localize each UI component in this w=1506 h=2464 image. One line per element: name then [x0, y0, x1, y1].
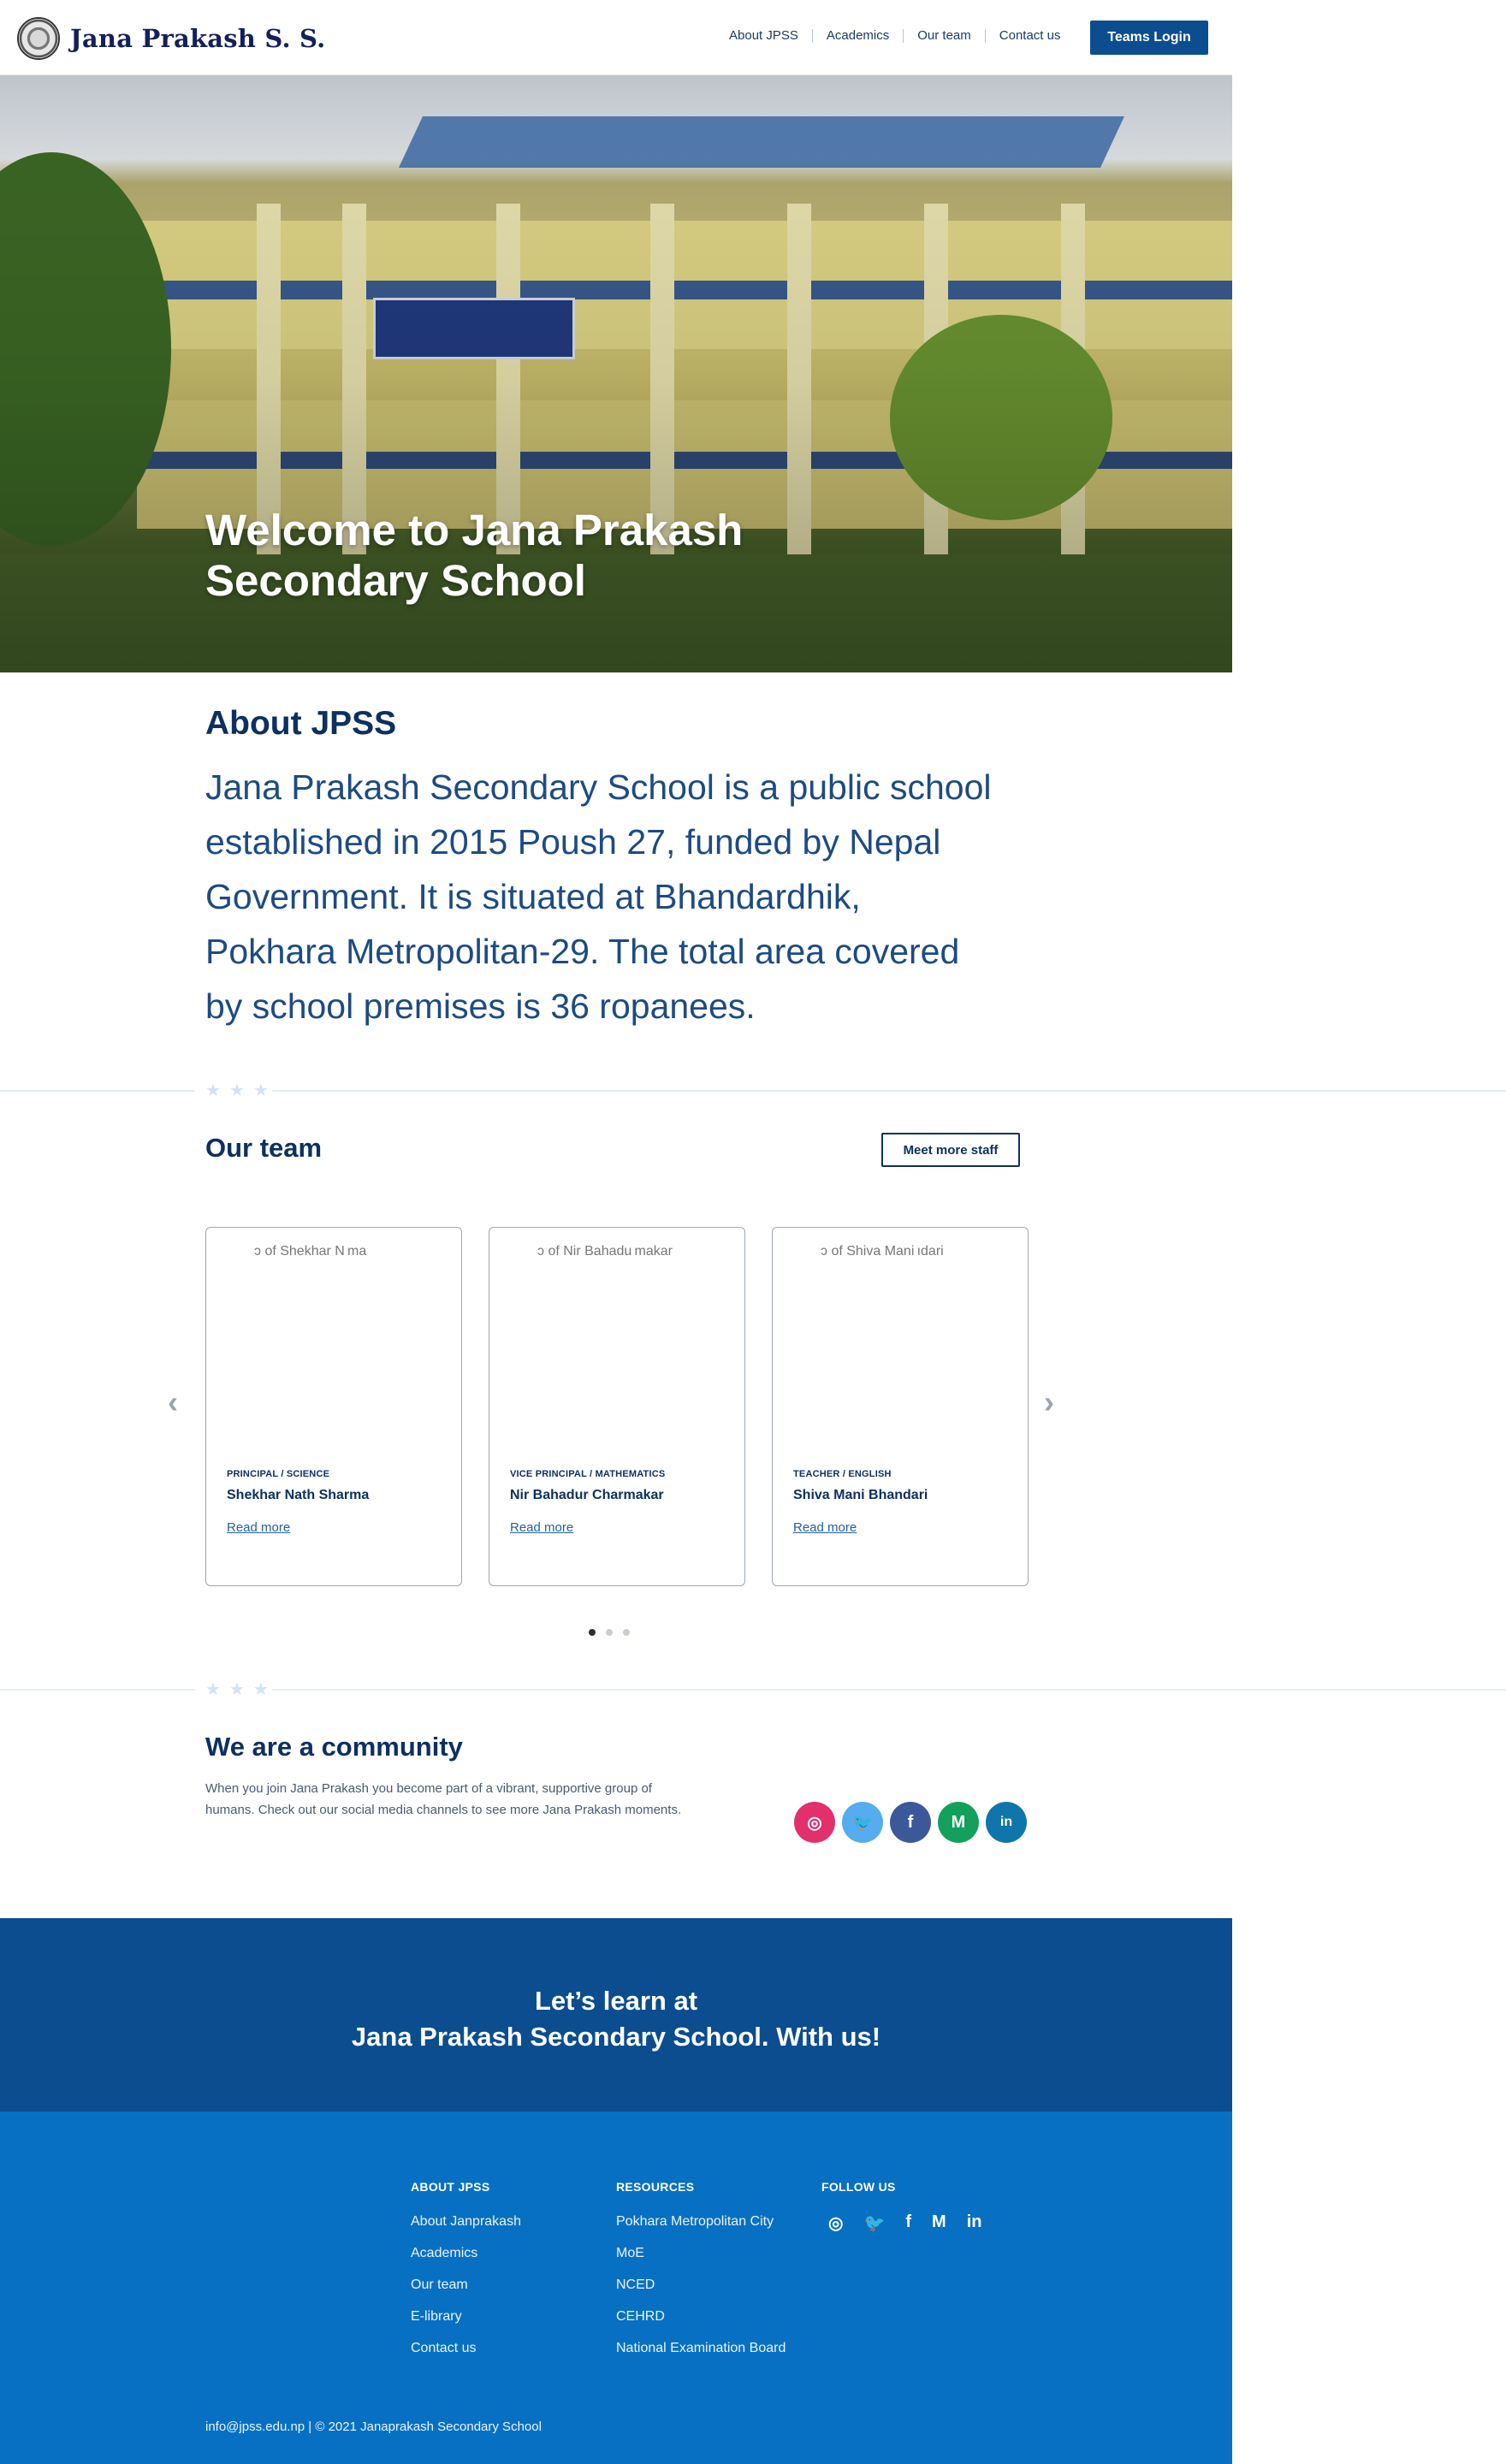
footer-about-column: ABOUT JPSS About Janprakash Academics Ou… [411, 2180, 521, 2371]
footer-about-heading: ABOUT JPSS [411, 2180, 490, 2194]
carousel-dot[interactable] [623, 1629, 630, 1636]
instagram-icon[interactable]: ◎ [794, 1802, 835, 1843]
team-name: Nir Bahadur Charmakar [510, 1488, 664, 1502]
nav-our-team[interactable]: Our team [903, 29, 985, 43]
footer-copyright: info@jpss.edu.np | © 2021 Janaprakash Se… [205, 2420, 542, 2434]
footer-link[interactable]: Academics [411, 2244, 521, 2262]
team-title: Our team [205, 1133, 323, 1163]
read-more-link[interactable]: Read more [227, 1520, 290, 1535]
team-role: TEACHER / ENGLISH [793, 1469, 892, 1479]
footer-link[interactable]: CEHRD [616, 2307, 786, 2325]
banner-line-1: Let’s learn at [534, 1986, 698, 2016]
footer-link[interactable]: MoE [616, 2244, 786, 2262]
linkedin-icon[interactable]: in [986, 1802, 1027, 1843]
footer-link[interactable]: National Examination Board [616, 2339, 786, 2357]
team-card: ɔ of Nir Bahadu makar VICE PRINCIPAL / M… [489, 1227, 745, 1586]
team-name: Shiva Mani Bhandari [793, 1488, 928, 1502]
read-more-link[interactable]: Read more [510, 1520, 573, 1535]
nav-academics[interactable]: Academics [811, 29, 903, 43]
facebook-icon[interactable]: f [905, 2212, 911, 2234]
divider-stars-icon: ★ ★ ★ [195, 1680, 272, 1699]
divider-stars-icon: ★ ★ ★ [195, 1081, 272, 1100]
community-title: We are a community [205, 1732, 463, 1762]
site-footer: ABOUT JPSS About Janprakash Academics Ou… [0, 2112, 1232, 2464]
footer-follow-heading: FOLLOW US [821, 2180, 896, 2194]
team-role: VICE PRINCIPAL / MATHEMATICS [510, 1469, 666, 1479]
twitter-icon[interactable]: 🐦 [863, 2212, 885, 2234]
nav-about[interactable]: About JPSS [715, 29, 812, 43]
footer-social-icons: ◎ 🐦 f M in [828, 2212, 981, 2234]
footer-link[interactable]: NCED [616, 2276, 786, 2294]
footer-link[interactable]: E-library [411, 2307, 521, 2325]
carousel-dot[interactable] [589, 1629, 596, 1636]
community-text: When you join Jana Prakash you become pa… [205, 1781, 682, 1817]
medium-icon[interactable]: M [932, 2212, 946, 2234]
linkedin-icon[interactable]: in [967, 2212, 982, 2234]
banner-line-2: Jana Prakash Secondary School. With us! [351, 2022, 881, 2052]
about-title: About JPSS [205, 705, 397, 742]
about-text: Jana Prakash Secondary School is a publi… [205, 767, 992, 1026]
team-photo-alt: ɔ of Shiva Mani ıdari [821, 1244, 944, 1259]
carousel-prev-icon[interactable]: ‹ [168, 1384, 178, 1420]
team-card: ɔ of Shekhar N ma PRINCIPAL / SCIENCE Sh… [205, 1227, 462, 1586]
footer-link[interactable]: Contact us [411, 2339, 521, 2357]
footer-link[interactable]: Pokhara Metropolitan City [616, 2212, 786, 2230]
medium-icon[interactable]: M [938, 1802, 979, 1843]
team-photo-alt: ɔ of Shekhar N ma [254, 1244, 367, 1259]
instagram-icon[interactable]: ◎ [828, 2212, 843, 2234]
carousel-dot[interactable] [606, 1629, 613, 1636]
brand-name[interactable]: Jana Prakash S. S. [70, 24, 325, 53]
footer-link[interactable]: About Janprakash [411, 2212, 521, 2230]
footer-link[interactable]: Our team [411, 2276, 521, 2294]
footer-follow-column: FOLLOW US ◎ 🐦 f M in [821, 2180, 981, 2234]
hero-image: Welcome to Jana Prakash Secondary School [0, 75, 1232, 672]
team-name: Shekhar Nath Sharma [227, 1488, 370, 1502]
main-nav: About JPSS Academics Our team Contact us [715, 29, 1075, 43]
facebook-icon[interactable]: f [890, 1802, 931, 1843]
read-more-link[interactable]: Read more [793, 1520, 857, 1535]
team-role: PRINCIPAL / SCIENCE [227, 1469, 330, 1479]
cta-banner: Let’s learn at Jana Prakash Secondary Sc… [0, 1918, 1232, 2112]
carousel-dots [589, 1629, 630, 1636]
social-links: ◎ 🐦 f M in [794, 1802, 1027, 1843]
school-logo-icon[interactable] [17, 17, 60, 60]
teams-login-button[interactable]: Teams Login [1090, 21, 1208, 55]
hero-title: Welcome to Jana Prakash Secondary School [205, 506, 744, 605]
footer-resources-heading: RESOURCES [616, 2180, 695, 2194]
team-photo-alt: ɔ of Nir Bahadu makar [537, 1244, 673, 1259]
carousel-next-icon[interactable]: › [1044, 1384, 1054, 1420]
nav-contact[interactable]: Contact us [984, 29, 1075, 43]
meet-more-staff-button[interactable]: Meet more staff [881, 1133, 1020, 1167]
site-header: Jana Prakash S. S. About JPSS Academics … [0, 0, 1232, 75]
footer-resources-column: RESOURCES Pokhara Metropolitan City MoE … [616, 2180, 786, 2371]
team-card: ɔ of Shiva Mani ıdari TEACHER / ENGLISH … [772, 1227, 1029, 1586]
twitter-icon[interactable]: 🐦 [842, 1802, 883, 1843]
